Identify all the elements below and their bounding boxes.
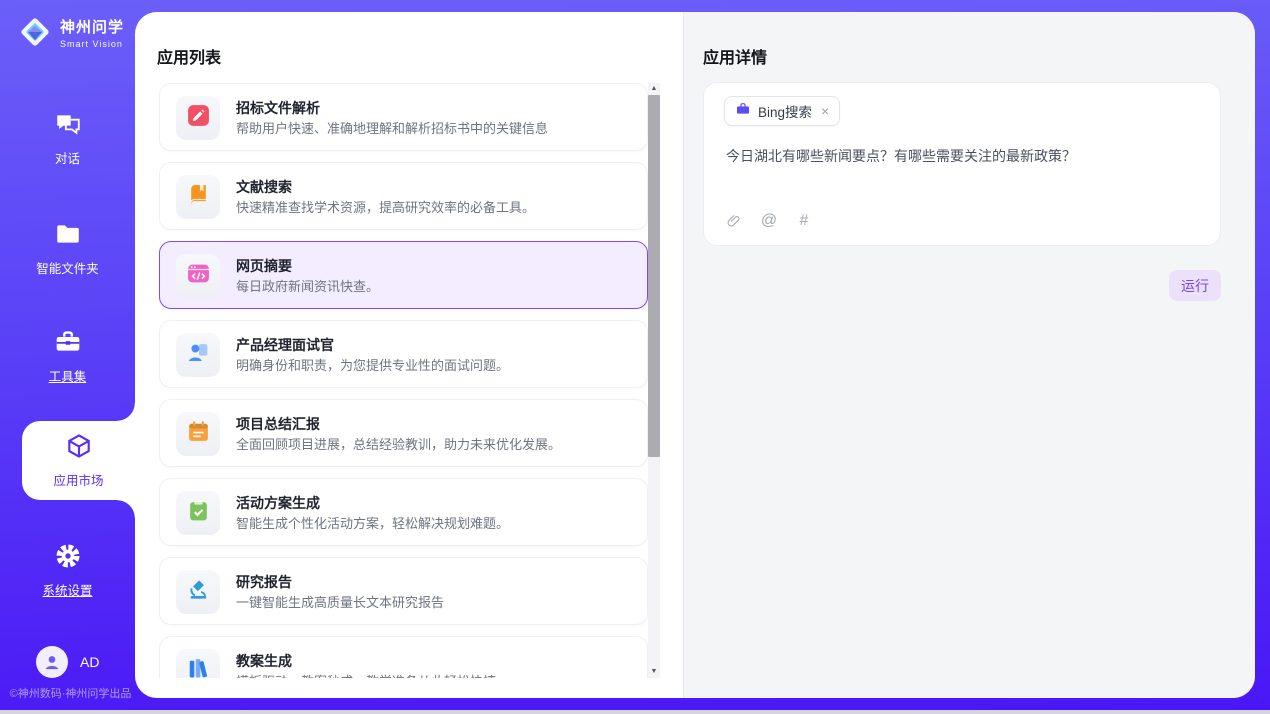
app-description: 全面回顾项目进展，总结经验教训，助力未来优化发展。	[236, 434, 561, 453]
sidebar-item-2[interactable]: 工具集	[0, 328, 135, 385]
sidebar-item-label: 对话	[0, 148, 135, 167]
run-button[interactable]: 运行	[1169, 270, 1221, 301]
app-description: 每日政府新闻资讯快查。	[236, 276, 379, 295]
app-detail-panel: 应用详情 Bing搜索 × 今日湖北有哪些新闻要点？有哪些需要关注的最新政策？ …	[683, 12, 1255, 698]
cube-icon	[65, 432, 93, 460]
webpage-icon	[186, 261, 211, 291]
app-description: 智能生成个性化活动方案，轻松解决规划难题。	[236, 513, 509, 532]
app-icon-box	[176, 412, 220, 456]
chat-icon	[54, 110, 82, 138]
sidebar-item-label: 工具集	[0, 366, 135, 385]
microscope-icon	[186, 577, 211, 607]
app-logo: 神州问学 Smart Vision	[16, 13, 124, 51]
book-icon	[186, 182, 211, 212]
app-card-4[interactable]: 项目总结汇报 全面回顾项目进展，总结经验教训，助力未来优化发展。	[159, 399, 648, 467]
app-description: 模板驱动，教案秒成，教学准备从此轻松快捷	[236, 671, 496, 678]
app-name: 产品经理面试官	[236, 335, 334, 355]
summary-calendar-icon	[186, 419, 211, 449]
app-card-1[interactable]: 文献搜索 快速精准查找学术资源，提高研究效率的必备工具。	[159, 162, 648, 230]
app-description: 快速精准查找学术资源，提高研究效率的必备工具。	[236, 197, 535, 216]
sidebar-item-0[interactable]: 对话	[0, 110, 135, 167]
sidebar-item-4[interactable]: 系统设置	[0, 542, 135, 599]
app-name: 教案生成	[236, 651, 292, 671]
app-card-6[interactable]: 研究报告 一键智能生成高质量长文本研究报告	[159, 557, 648, 625]
briefcase-icon	[735, 101, 751, 122]
scrollbar-thumb[interactable]	[648, 95, 660, 457]
sidebar: 神州问学 Smart Vision 对话 智能文件夹 工具集 应用市场 系统设置…	[0, 0, 135, 714]
app-name: 网页摘要	[236, 256, 292, 276]
window-bottom-edge	[0, 710, 1270, 714]
diamond-logo-icon	[16, 13, 54, 51]
app-list: 招标文件解析 帮助用户快速、准确地理解和解析招标书中的关键信息 文献搜索 快速精…	[159, 83, 648, 678]
sidebar-item-1[interactable]: 智能文件夹	[0, 220, 135, 277]
scroll-up-icon[interactable]: ▲	[648, 83, 660, 95]
app-name: 研究报告	[236, 572, 292, 592]
tool-tag-bing-search[interactable]: Bing搜索 ×	[724, 96, 840, 126]
brand-name: 神州问学	[60, 16, 124, 37]
tool-tag-label: Bing搜索	[758, 101, 812, 121]
at-icon[interactable]: @	[759, 211, 779, 231]
app-card-7[interactable]: 教案生成 模板驱动，教案秒成，教学准备从此轻松快捷	[159, 636, 648, 678]
interviewer-icon	[186, 340, 211, 370]
app-card-5[interactable]: 活动方案生成 智能生成个性化活动方案，轻松解决规划难题。	[159, 478, 648, 546]
scroll-down-icon[interactable]: ▼	[648, 666, 660, 678]
input-toolbar: @#	[724, 211, 814, 231]
folder-icon	[54, 220, 82, 248]
app-icon-box	[176, 491, 220, 535]
app-icon-box	[176, 175, 220, 219]
books-icon	[186, 656, 211, 678]
clipboard-check-icon	[186, 498, 211, 528]
app-name: 招标文件解析	[236, 98, 320, 118]
app-icon-box	[176, 96, 220, 140]
hash-icon[interactable]: #	[794, 211, 814, 231]
copyright-text: ©神州数码·神州问学出品	[6, 685, 135, 701]
user-initials: AD	[80, 654, 99, 670]
app-name: 活动方案生成	[236, 493, 320, 513]
brand-subtitle: Smart Vision	[60, 39, 124, 49]
avatar[interactable]	[36, 646, 68, 678]
sidebar-item-active-bubble: 应用市场	[22, 421, 135, 500]
close-icon[interactable]: ×	[821, 104, 829, 118]
prompt-input[interactable]: 今日湖北有哪些新闻要点？有哪些需要关注的最新政策？	[726, 146, 1200, 166]
main-content: 应用列表 招标文件解析 帮助用户快速、准确地理解和解析招标书中的关键信息 文献搜…	[135, 12, 1255, 698]
app-detail-title: 应用详情	[703, 44, 767, 68]
app-card-2[interactable]: 网页摘要 每日政府新闻资讯快查。	[159, 241, 648, 309]
sidebar-item-label: 智能文件夹	[0, 258, 135, 277]
app-card-0[interactable]: 招标文件解析 帮助用户快速、准确地理解和解析招标书中的关键信息	[159, 83, 648, 151]
gear-icon	[54, 542, 82, 570]
sidebar-item-label: 应用市场	[22, 470, 135, 489]
user-account[interactable]: AD	[36, 646, 99, 678]
app-list-title: 应用列表	[157, 44, 221, 68]
sidebar-item-label: 系统设置	[0, 580, 135, 599]
app-description: 一键智能生成高质量长文本研究报告	[236, 592, 444, 611]
app-description: 明确身份和职责，为您提供专业性的面试问题。	[236, 355, 509, 374]
paperclip-icon[interactable]	[724, 211, 744, 231]
prompt-card: Bing搜索 × 今日湖北有哪些新闻要点？有哪些需要关注的最新政策？ @#	[703, 82, 1221, 246]
app-description: 帮助用户快速、准确地理解和解析招标书中的关键信息	[236, 118, 548, 137]
app-icon-box	[176, 333, 220, 377]
app-name: 文献搜索	[236, 177, 292, 197]
tender-doc-icon	[186, 103, 211, 133]
app-icon-box	[176, 254, 220, 298]
toolbox-icon	[54, 328, 82, 356]
app-icon-box	[176, 570, 220, 614]
app-icon-box	[176, 649, 220, 678]
app-list-scrollbar[interactable]: ▲ ▼	[648, 83, 660, 678]
person-icon	[42, 652, 62, 672]
app-card-3[interactable]: 产品经理面试官 明确身份和职责，为您提供专业性的面试问题。	[159, 320, 648, 388]
sidebar-item-3[interactable]: 应用市场	[22, 421, 135, 489]
app-name: 项目总结汇报	[236, 414, 320, 434]
